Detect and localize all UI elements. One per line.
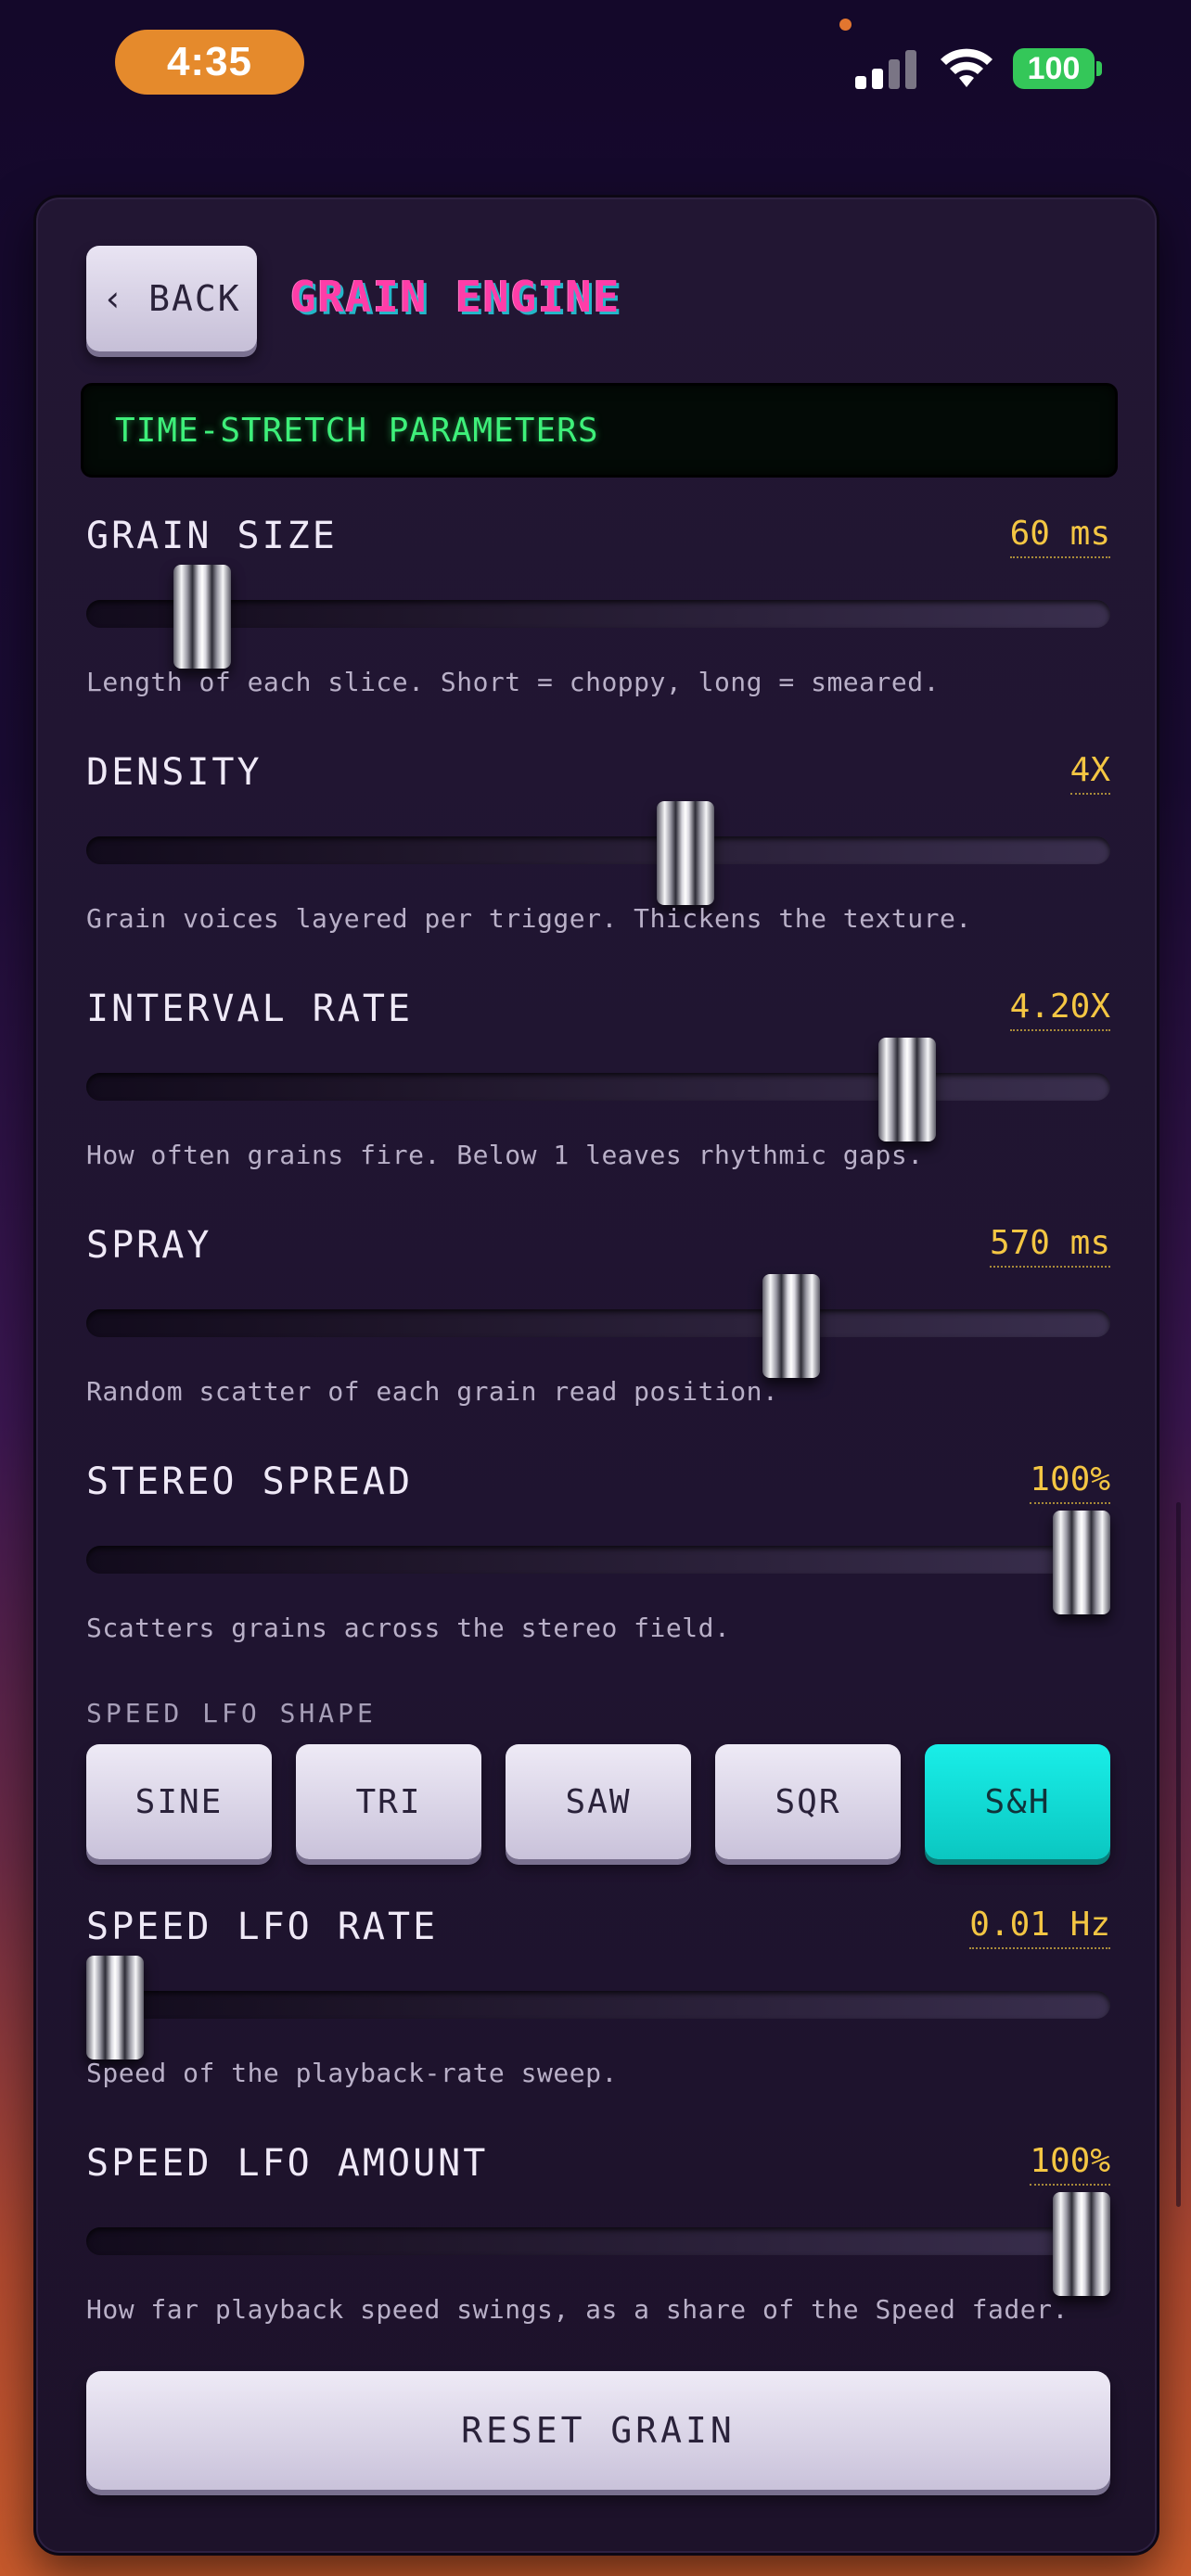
status-bar: 4:35 100 [0,0,1191,130]
lfo-shape-sh-button[interactable]: S&H [925,1744,1110,1859]
camera-indicator-dot [839,19,852,31]
param-label: STEREO SPREAD [86,1460,414,1503]
param-speed-lfo-rate: SPEED LFO RATE 0.01 Hz Speed of the play… [86,1906,1110,2110]
lfo-shape-sine-button[interactable]: SINE [86,1744,272,1859]
param-value: 4X [1069,751,1110,795]
slider-track[interactable] [86,1073,1110,1101]
param-stereo-spread: STEREO SPREAD 100% Scatters grains acros… [86,1460,1110,1664]
slider-track[interactable] [86,1309,1110,1337]
param-description: How far playback speed swings, as a shar… [86,2294,1069,2325]
param-description: Scatters grains across the stereo field. [86,1613,731,1643]
param-description: Random scatter of each grain read positi… [86,1376,779,1407]
param-value: 570 ms [989,1224,1110,1268]
back-button[interactable]: ‹ BACK [86,246,257,351]
slider-thumb[interactable] [762,1274,820,1378]
param-description: How often grains fire. Below 1 leaves rh… [86,1140,924,1170]
slider-thumb[interactable] [1053,2192,1110,2296]
lfo-shape-selector: SINE TRI SAW SQR S&H [86,1744,1110,1865]
slider-thumb[interactable] [173,565,231,669]
param-description: Speed of the playback-rate sweep. [86,2058,618,2088]
page-title: GRAIN ENGINE [290,272,621,322]
scrollbar[interactable] [1176,1502,1181,2207]
reset-grain-button[interactable]: RESET GRAIN [86,2371,1110,2490]
param-grain-size: GRAIN SIZE 60 ms Length of each slice. S… [86,515,1110,719]
param-spray: SPRAY 570 ms Random scatter of each grai… [86,1224,1110,1428]
param-interval-rate: INTERVAL RATE 4.20X How often grains fir… [86,988,1110,1192]
lfo-shape-sqr-button[interactable]: SQR [715,1744,901,1859]
battery-icon: 100 [1013,48,1095,89]
slider-track[interactable] [86,836,1110,864]
lfo-shape-saw-button[interactable]: SAW [506,1744,691,1859]
signal-icon [855,46,920,89]
lcd-display: TIME-STRETCH PARAMETERS [81,383,1118,478]
param-value: 4.20X [1009,988,1110,1031]
slider-thumb[interactable] [878,1038,936,1141]
grain-engine-panel: ‹ BACK GRAIN ENGINE TIME-STRETCH PARAMET… [33,195,1159,2556]
slider-thumb[interactable] [1053,1511,1110,1614]
param-value: 0.01 Hz [969,1906,1110,1949]
lfo-shape-tri-button[interactable]: TRI [296,1744,481,1859]
param-value: 100% [1030,2142,1110,2186]
slider-thumb[interactable] [657,801,714,905]
param-label: SPEED LFO RATE [86,1906,439,1948]
param-label: SPRAY [86,1224,212,1267]
param-label: SPEED LFO AMOUNT [86,2142,489,2185]
param-value: 60 ms [1009,515,1110,558]
slider-track[interactable] [86,600,1110,628]
param-label: GRAIN SIZE [86,515,338,557]
param-density: DENSITY 4X Grain voices layered per trig… [86,751,1110,955]
status-time: 4:35 [115,30,304,95]
param-value: 100% [1030,1460,1110,1504]
param-description: Grain voices layered per trigger. Thicke… [86,903,972,934]
lfo-shape-label: SPEED LFO SHAPE [86,1698,377,1728]
slider-thumb[interactable] [86,1956,144,2060]
param-speed-lfo-amount: SPEED LFO AMOUNT 100% How far playback s… [86,2142,1110,2346]
param-label: INTERVAL RATE [86,988,414,1030]
battery-tip [1096,61,1102,76]
param-label: DENSITY [86,751,263,794]
slider-track[interactable] [86,1991,1110,2019]
section-title: TIME-STRETCH PARAMETERS [115,412,599,450]
wifi-icon [941,48,992,87]
slider-track[interactable] [86,1546,1110,1574]
param-description: Length of each slice. Short = choppy, lo… [86,667,940,697]
slider-track[interactable] [86,2227,1110,2255]
